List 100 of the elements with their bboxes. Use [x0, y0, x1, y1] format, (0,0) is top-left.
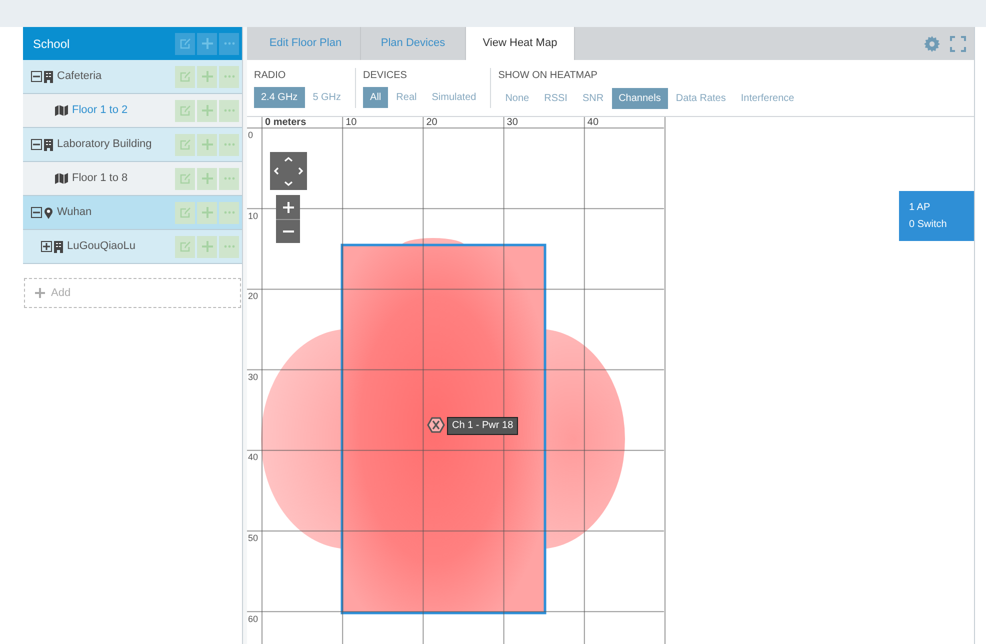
- edit-button[interactable]: [175, 134, 195, 156]
- filter-label: RADIO: [254, 69, 287, 83]
- access-point-label: Ch 1 - Pwr 18: [447, 417, 518, 435]
- plus-icon: [202, 173, 212, 184]
- more-button[interactable]: [219, 236, 239, 258]
- edit-icon: [180, 207, 190, 218]
- tree-item[interactable]: Laboratory Building: [23, 128, 242, 162]
- edit-button[interactable]: [175, 236, 195, 258]
- filter-option[interactable]: Simulated: [424, 87, 484, 108]
- filter-option[interactable]: 2.4 GHz: [254, 87, 305, 108]
- edit-button[interactable]: [175, 100, 195, 122]
- zoom-out-button[interactable]: [276, 219, 300, 243]
- settings-icon[interactable]: [924, 36, 940, 52]
- more-button[interactable]: [219, 100, 239, 122]
- filter-option[interactable]: Real: [389, 87, 424, 108]
- edit-icon: [180, 241, 190, 252]
- filter-option[interactable]: All: [363, 87, 388, 108]
- plus-icon: [202, 38, 212, 49]
- add-button[interactable]: [197, 66, 217, 88]
- edit-button[interactable]: [175, 168, 195, 190]
- plus-icon: [35, 288, 45, 298]
- ruler-label: 0: [248, 130, 254, 140]
- add-button[interactable]: [197, 236, 217, 258]
- edit-icon: [180, 173, 190, 184]
- tree-item-label: LuGouQiaoLu: [67, 239, 136, 254]
- more-button[interactable]: [219, 66, 239, 88]
- add-button[interactable]: [197, 100, 217, 122]
- edit-button[interactable]: [175, 202, 195, 224]
- minus-icon: [282, 230, 294, 233]
- tree-item-label: Wuhan: [57, 205, 92, 220]
- more-button[interactable]: [219, 202, 239, 224]
- filter-option[interactable]: SNR: [575, 88, 611, 109]
- map-icon: [55, 173, 68, 184]
- tree-item-label: Cafeteria: [57, 69, 102, 84]
- add-button[interactable]: Add: [24, 278, 241, 308]
- device-count: 0 Switch: [909, 219, 948, 230]
- filter-option[interactable]: None: [498, 88, 536, 109]
- sidebar-title: School: [33, 36, 70, 52]
- zoom-in-button[interactable]: [276, 195, 300, 219]
- edit-icon: [180, 71, 190, 82]
- add-button[interactable]: [197, 32, 217, 54]
- add-button[interactable]: [197, 168, 217, 190]
- add-button[interactable]: [197, 202, 217, 224]
- access-point-icon[interactable]: [427, 417, 445, 433]
- more-button[interactable]: [219, 168, 239, 190]
- ruler-label: 20: [248, 291, 258, 302]
- building-icon: [44, 70, 53, 82]
- ruler-label: 20: [426, 117, 438, 128]
- ruler-label: 40: [248, 452, 258, 462]
- tab[interactable]: Edit Floor Plan: [251, 27, 361, 60]
- tree-item-label: Floor 1 to 8: [72, 171, 128, 186]
- edit-icon: [180, 139, 190, 150]
- filter-option[interactable]: RSSI: [537, 88, 574, 109]
- filter-option[interactable]: Data Rates: [668, 88, 733, 109]
- more-icon: [224, 245, 234, 248]
- ruler-label: 30: [248, 372, 258, 382]
- pan-control[interactable]: [270, 152, 307, 190]
- building-icon: [44, 138, 53, 150]
- ruler-label: 10: [248, 210, 258, 221]
- more-icon: [224, 177, 234, 180]
- tree-item[interactable]: LuGouQiaoLu: [23, 230, 242, 264]
- filter-option[interactable]: 5 GHz: [306, 87, 348, 108]
- tree-item-label: Floor 1 to 2: [72, 103, 128, 118]
- ruler-label: 50: [248, 533, 258, 543]
- collapse-icon[interactable]: [31, 139, 42, 150]
- more-icon: [224, 75, 234, 78]
- more-icon: [224, 109, 234, 112]
- tree-item[interactable]: Floor 1 to 2: [23, 94, 242, 128]
- tree-item[interactable]: Floor 1 to 8: [23, 162, 242, 196]
- more-button[interactable]: [219, 32, 239, 54]
- plus-icon: [282, 202, 294, 212]
- expand-icon[interactable]: [41, 241, 52, 252]
- plus-icon: [202, 105, 212, 116]
- ruler-label: 60: [248, 614, 258, 624]
- tab[interactable]: View Heat Map: [466, 27, 575, 60]
- tree-item[interactable]: Wuhan: [23, 196, 242, 230]
- filter-option[interactable]: Interference: [734, 88, 802, 109]
- map-icon: [55, 105, 68, 116]
- more-icon: [224, 211, 234, 214]
- collapse-icon[interactable]: [31, 207, 42, 218]
- filter-option[interactable]: Channels: [612, 88, 668, 109]
- ruler-label: 0 meters: [265, 117, 306, 128]
- edit-icon: [180, 105, 190, 116]
- fullscreen-icon[interactable]: [950, 36, 966, 52]
- edit-button[interactable]: [175, 32, 195, 54]
- edit-button[interactable]: [175, 66, 195, 88]
- plus-icon: [202, 71, 212, 82]
- device-count: 1 AP: [909, 202, 932, 213]
- tree-item[interactable]: Cafeteria: [23, 60, 242, 94]
- ruler-label: 30: [506, 117, 518, 128]
- tree-item-label: Laboratory Building: [57, 137, 152, 152]
- location-pin-icon: [44, 206, 53, 218]
- building-icon: [54, 240, 63, 252]
- plus-icon: [202, 241, 212, 252]
- more-icon: [224, 42, 234, 45]
- collapse-icon[interactable]: [31, 71, 42, 82]
- edit-icon: [180, 38, 190, 49]
- ruler-label: 10: [346, 117, 357, 128]
- add-button[interactable]: [197, 134, 217, 156]
- more-button[interactable]: [219, 134, 239, 156]
